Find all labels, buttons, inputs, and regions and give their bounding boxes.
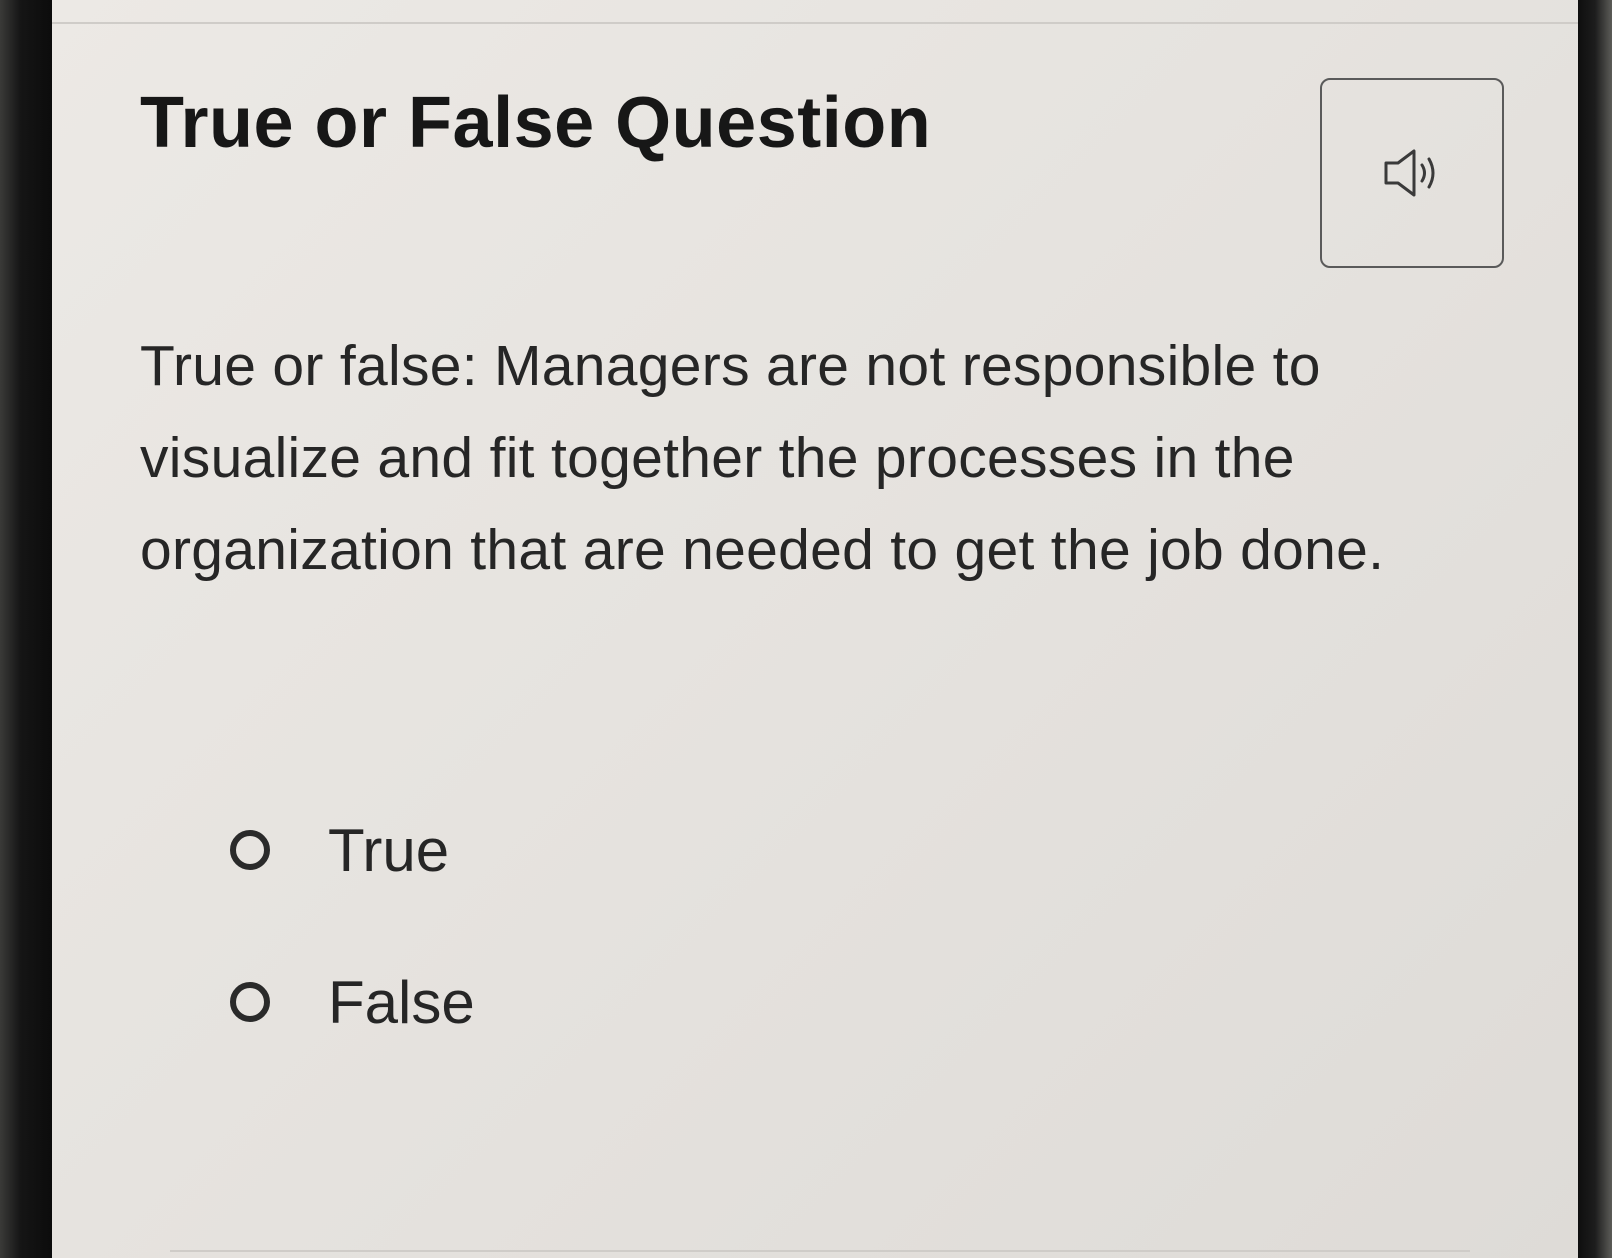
answer-label-false: False <box>328 968 475 1036</box>
device-bezel-left <box>0 0 52 1258</box>
radio-button-false[interactable] <box>230 982 270 1022</box>
answer-option-true[interactable]: True <box>230 800 475 900</box>
bottom-divider <box>170 1250 1470 1252</box>
answer-options: True False <box>230 800 475 1104</box>
device-bezel-right <box>1578 0 1612 1258</box>
answer-option-false[interactable]: False <box>230 952 475 1052</box>
question-type-title: True or False Question <box>140 83 932 163</box>
question-screen: True or False Question True or false: Ma… <box>52 0 1578 1258</box>
answer-label-true: True <box>328 816 450 884</box>
question-text: True or false: Managers are not responsi… <box>140 334 1385 582</box>
read-aloud-button[interactable] <box>1320 78 1504 268</box>
speaker-icon <box>1384 149 1435 197</box>
radio-button-true[interactable] <box>230 830 270 870</box>
top-divider <box>52 22 1578 24</box>
